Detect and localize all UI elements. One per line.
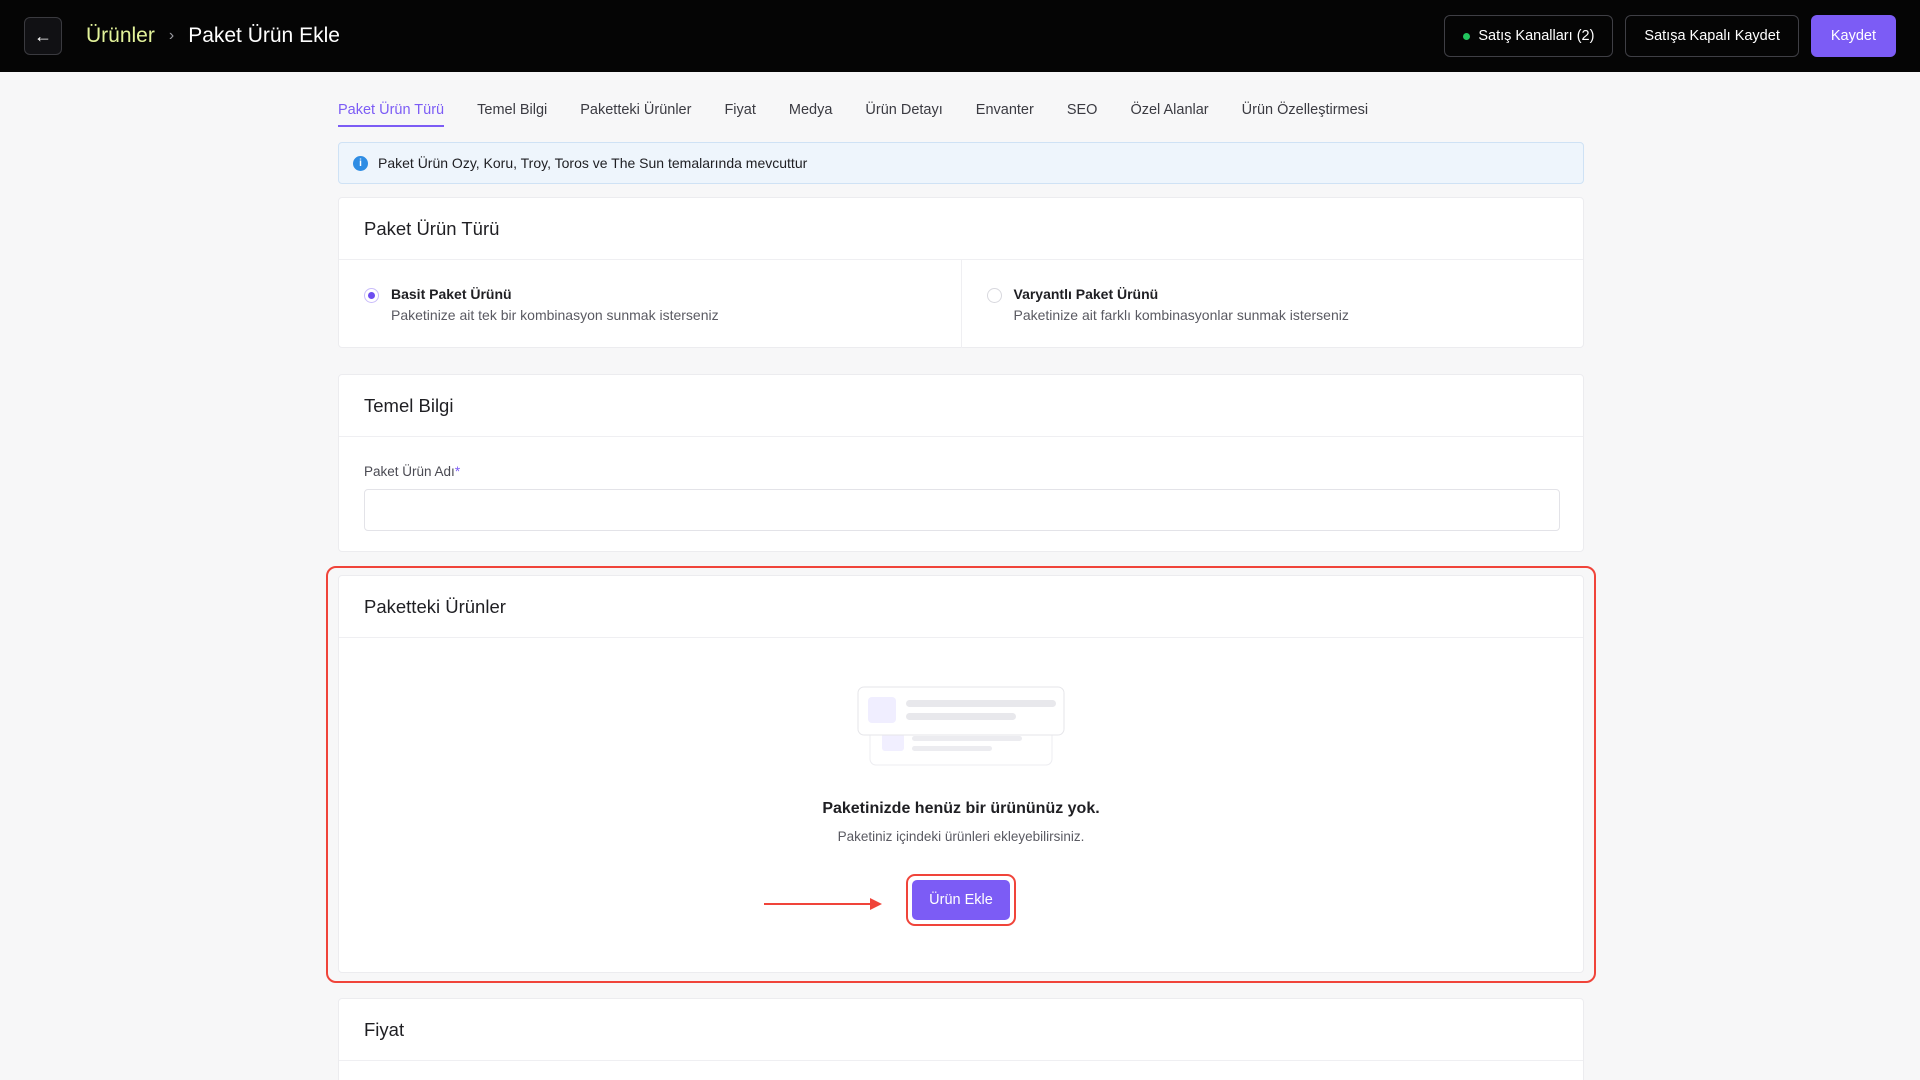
option-title: Basit Paket Ürünü xyxy=(391,286,512,302)
tab-inventory[interactable]: Envanter xyxy=(976,102,1034,125)
option-simple-package[interactable]: Basit Paket Ürünü Paketinize ait tek bir… xyxy=(339,260,961,348)
tab-package-products[interactable]: Paketteki Ürünler xyxy=(580,102,691,125)
package-type-card: Paket Ürün Türü Basit Paket Ürünü Paketi… xyxy=(338,197,1584,348)
empty-list-illustration-icon xyxy=(857,686,1065,766)
save-closed-button[interactable]: Satışa Kapalı Kaydet xyxy=(1625,15,1799,57)
sales-channels-button[interactable]: Satış Kanalları (2) xyxy=(1444,15,1614,57)
info-banner: i Paket Ürün Ozy, Koru, Troy, Toros ve T… xyxy=(338,142,1584,184)
tab-seo[interactable]: SEO xyxy=(1067,102,1098,125)
package-name-input[interactable] xyxy=(364,489,1560,531)
option-title: Varyantlı Paket Ürünü xyxy=(1013,286,1159,302)
chevron-right-icon: › xyxy=(168,27,175,44)
header-actions: Satış Kanalları (2) Satışa Kapalı Kaydet… xyxy=(1444,15,1896,57)
package-products-card: Paketteki Ürünler Paketinizde henüz bir … xyxy=(338,575,1584,973)
info-icon: i xyxy=(353,155,368,171)
tab-customization[interactable]: Ürün Özelleştirmesi xyxy=(1242,102,1369,125)
add-product-highlight: Ürün Ekle xyxy=(906,874,1016,926)
option-description: Paketinize ait tek bir kombinasyon sunma… xyxy=(391,307,719,323)
tab-media[interactable]: Medya xyxy=(789,102,833,125)
price-title: Fiyat xyxy=(339,999,1583,1061)
package-products-title: Paketteki Ürünler xyxy=(339,576,1583,638)
status-dot-icon xyxy=(1463,32,1471,40)
option-variant-package[interactable]: Varyantlı Paket Ürünü Paketinize ait far… xyxy=(960,260,1584,348)
tab-price[interactable]: Fiyat xyxy=(724,102,755,125)
package-type-options: Basit Paket Ürünü Paketinize ait tek bir… xyxy=(339,260,1583,348)
empty-state: Paketinizde henüz bir ürününüz yok. Pake… xyxy=(339,638,1583,926)
package-name-label: Paket Ürün Adı* xyxy=(364,464,1558,479)
package-name-label-text: Paket Ürün Adı xyxy=(364,464,455,479)
annotation-arrow-icon xyxy=(764,898,882,910)
save-button[interactable]: Kaydet xyxy=(1810,15,1896,57)
tab-custom-fields[interactable]: Özel Alanlar xyxy=(1130,102,1208,125)
empty-state-description: Paketiniz içindeki ürünleri ekleyebilirs… xyxy=(837,829,1085,844)
radio-selected-icon[interactable] xyxy=(364,288,379,303)
back-button[interactable]: ← xyxy=(24,17,62,55)
sales-channels-label: Satış Kanalları (2) xyxy=(1478,28,1595,44)
package-type-title: Paket Ürün Türü xyxy=(339,198,1583,260)
option-description: Paketinize ait farklı kombinasyonlar sun… xyxy=(1013,307,1349,323)
tab-basic-info[interactable]: Temel Bilgi xyxy=(477,102,547,125)
arrow-left-icon: ← xyxy=(34,25,52,46)
top-bar: ← Ürünler › Paket Ürün Ekle Satış Kanall… xyxy=(0,0,1920,72)
info-banner-text: Paket Ürün Ozy, Koru, Troy, Toros ve The… xyxy=(378,155,808,171)
required-mark: * xyxy=(454,464,461,479)
radio-unselected-icon[interactable] xyxy=(986,288,1002,303)
basic-info-card: Temel Bilgi Paket Ürün Adı* xyxy=(338,374,1584,552)
page-title: Paket Ürün Ekle xyxy=(188,24,340,47)
section-tabs: Paket Ürün Türü Temel Bilgi Paketteki Ür… xyxy=(338,102,1368,130)
basic-info-title: Temel Bilgi xyxy=(339,375,1583,437)
tab-package-type[interactable]: Paket Ürün Türü xyxy=(338,102,445,127)
tab-product-detail[interactable]: Ürün Detayı xyxy=(865,102,942,125)
empty-state-title: Paketinizde henüz bir ürününüz yok. xyxy=(822,800,1100,817)
add-product-button[interactable]: Ürün Ekle xyxy=(912,880,1010,920)
price-card: Fiyat xyxy=(338,998,1584,1080)
breadcrumb-parent[interactable]: Ürünler xyxy=(86,24,155,48)
